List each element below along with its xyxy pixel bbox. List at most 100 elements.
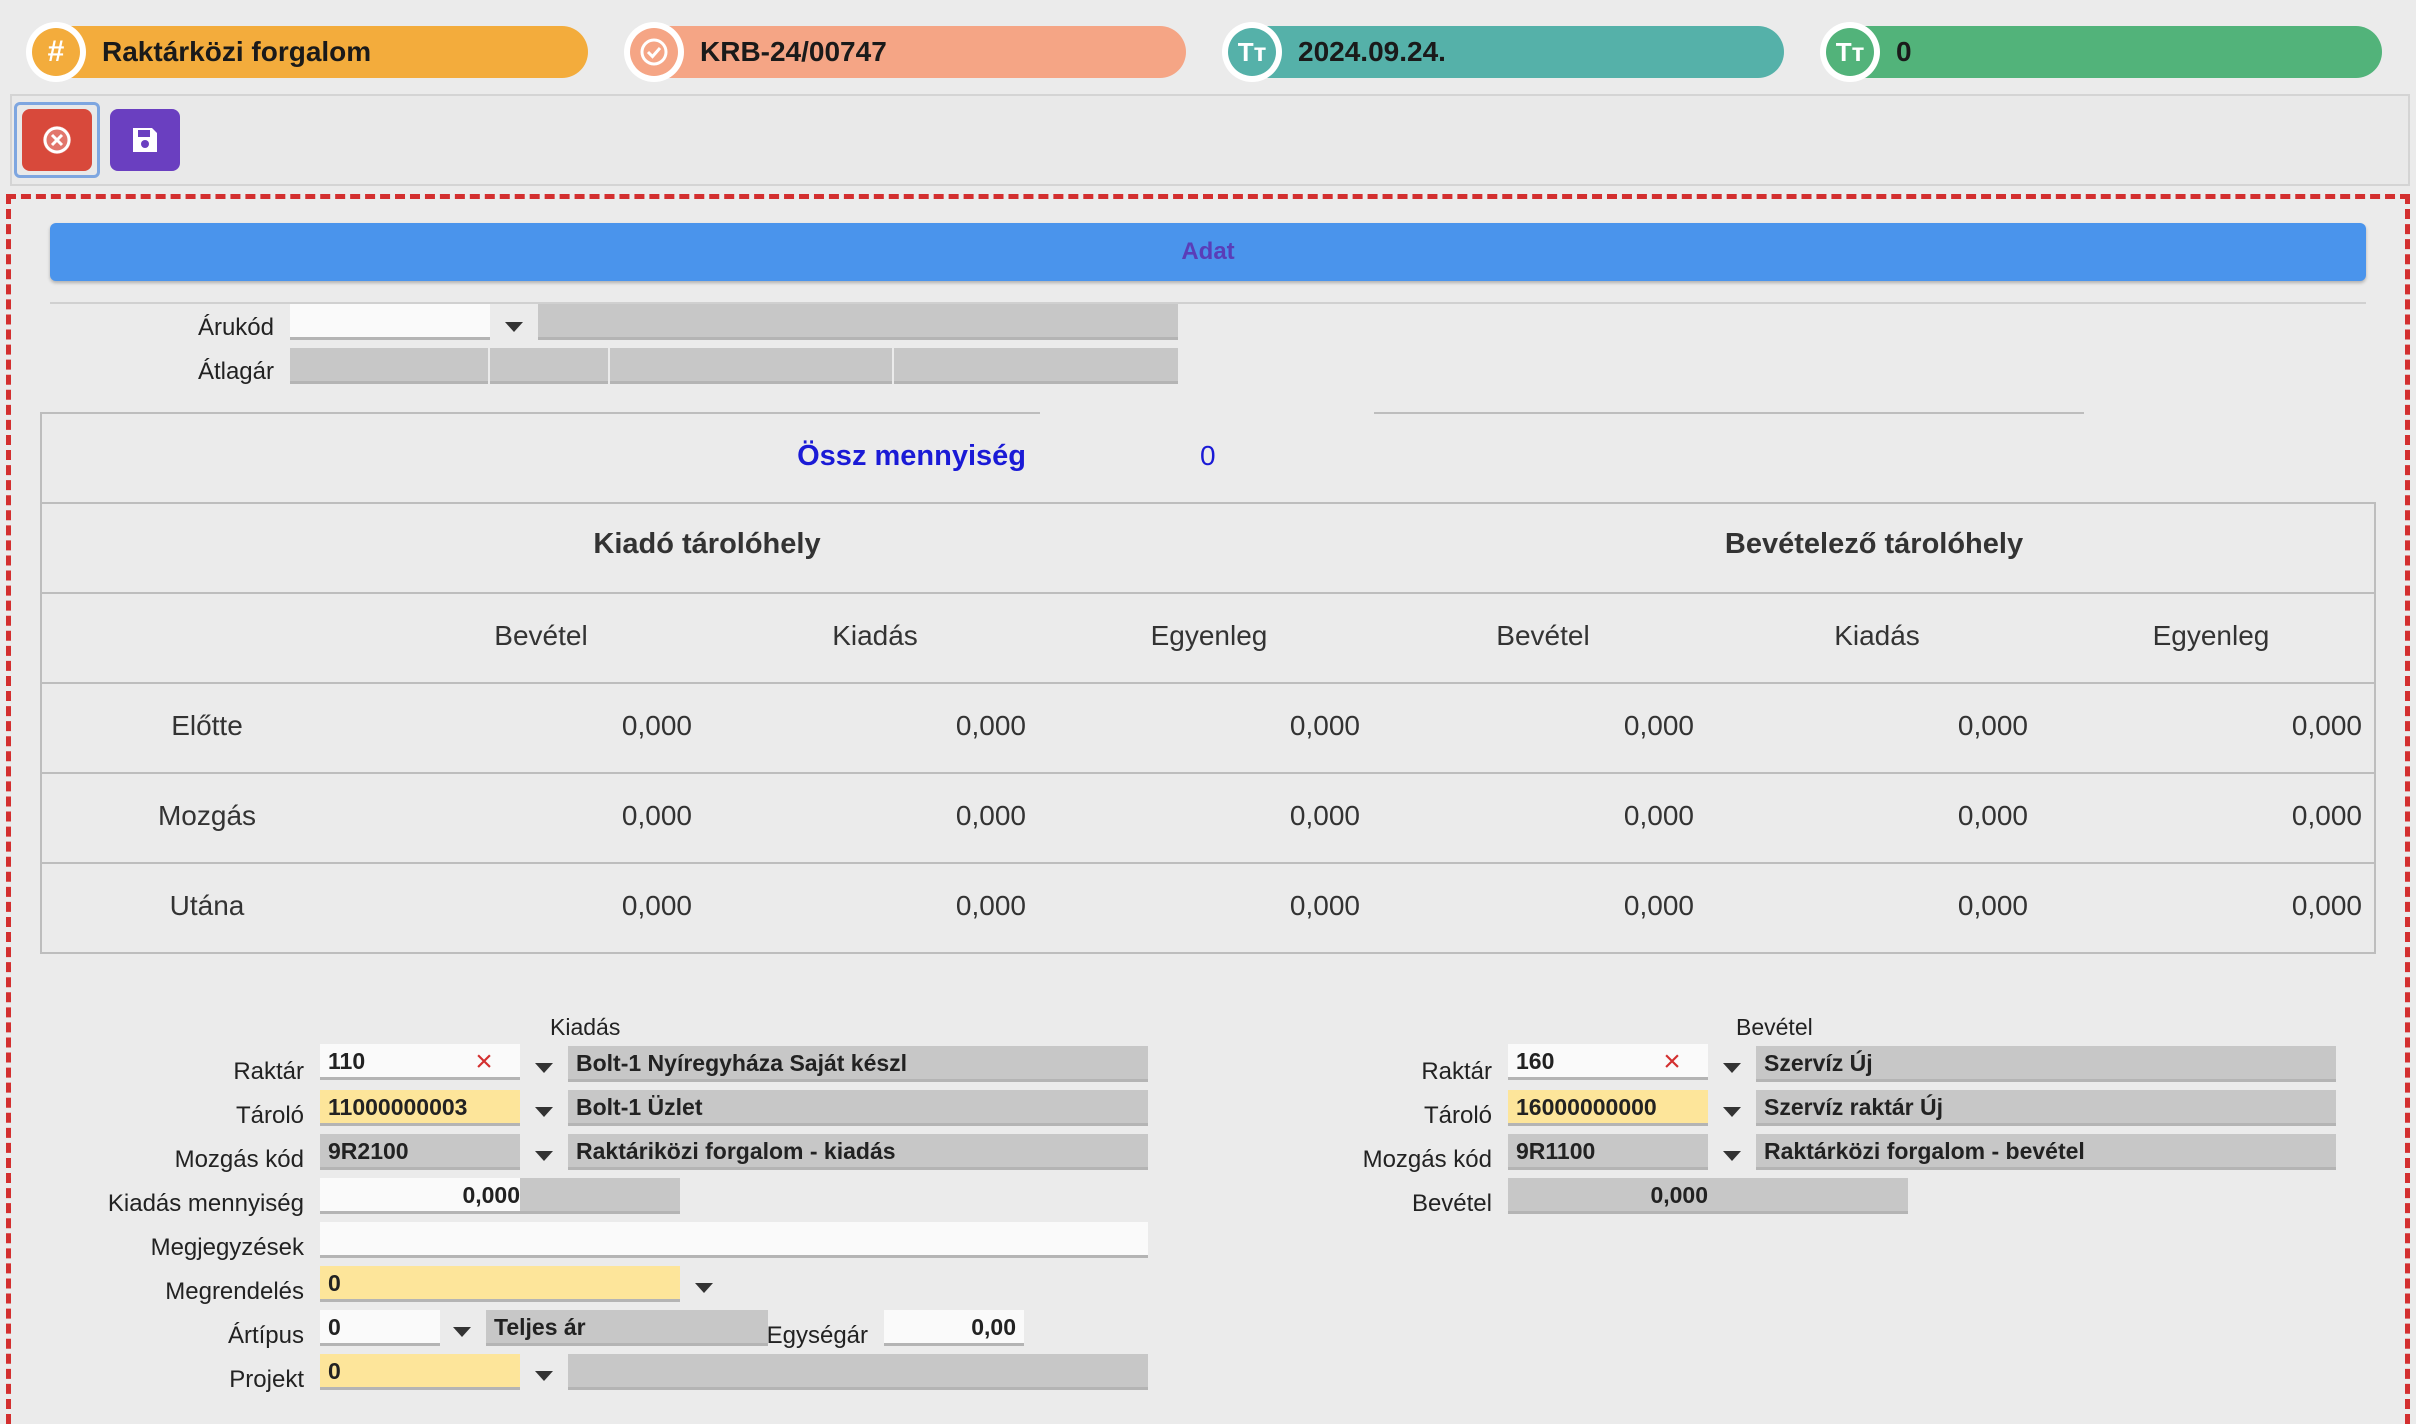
receipt-quantity-field: 0,000 [1508,1178,1708,1214]
table-cell: 0,000 [1957,890,2028,921]
receipt-warehouse-label: Raktár [1421,1058,1492,1085]
pill-transaction-type: # Raktárközi forgalom [26,22,588,82]
price-type-label: Ártípus [227,1322,304,1349]
pill-document-number: KRB-24/00747 [624,22,1186,82]
receipt-storage-dropdown-icon[interactable] [1714,1094,1750,1130]
table-cell: 0,000 [1623,800,1694,831]
receipt-warehouse-name: Szervíz Új [1756,1046,2336,1082]
column-header: Bevétel [1496,620,1590,651]
clear-icon[interactable]: × [1658,1047,1686,1077]
receipt-move-code-input[interactable]: 9R1100 [1508,1134,1708,1170]
cancel-button[interactable] [22,109,92,171]
receipt-storage-name: Szervíz raktár Új [1756,1090,2336,1126]
table-cell: 0,000 [1289,710,1360,741]
column-header: Kiadás [832,620,918,651]
pill-text: 0 [1896,36,1912,67]
issue-move-code-input[interactable]: 9R2100 [320,1134,520,1170]
avg-price-field-3 [610,348,892,384]
issue-quantity-unit [520,1178,680,1214]
avg-price-label: Átlagár [197,358,274,385]
receipt-section-title: Bevétel [1736,1014,1813,1040]
receipt-move-code-label: Mozgás kód [1362,1146,1492,1173]
column-header: Kiadás [1834,620,1920,651]
product-name-field [538,304,1178,340]
price-type-input[interactable]: 0 [320,1310,440,1346]
receipt-quantity-label: Bevétel [1411,1190,1492,1217]
table-cell: 0,000 [955,710,1026,741]
receipt-storage-label: Tároló [1423,1102,1492,1129]
toolbar [10,94,2410,186]
price-type-dropdown-icon[interactable] [444,1314,480,1350]
issue-quantity-label: Kiadás mennyiség [107,1190,304,1217]
issue-storage-label: Tároló [235,1102,304,1129]
issue-storage-input[interactable]: 11000000003 [320,1090,520,1126]
order-dropdown-icon[interactable] [686,1270,722,1306]
receipt-quantity-unit [1708,1178,1908,1214]
receipt-move-code-dropdown-icon[interactable] [1714,1138,1750,1174]
column-header: Egyenleg [2152,620,2270,651]
avg-price-field-4 [894,348,1178,384]
table-cell: 0,000 [1623,710,1694,741]
avg-price-field-2 [490,348,608,384]
column-header: Egyenleg [1150,620,1268,651]
issue-warehouse-name: Bolt-1 Nyíregyháza Saját készl [568,1046,1148,1082]
project-name [568,1354,1148,1390]
pill-text: Raktárközi forgalom [102,36,372,67]
project-input[interactable]: 0 [320,1354,520,1390]
table-cell: 0,000 [1957,710,2028,741]
order-label: Megrendelés [165,1278,304,1305]
section-title-bar[interactable]: Adat [50,223,2366,281]
total-quantity-value: 0 [1200,440,1216,471]
issue-section-title: Kiadás [550,1014,621,1040]
table-cell: 0,000 [1623,890,1694,921]
table-cell: 0,000 [1289,890,1360,921]
project-label: Projekt [229,1366,304,1393]
price-type-name: Teljes ár [486,1310,768,1346]
check-badge-icon [624,22,684,82]
pill-text: KRB-24/00747 [700,36,887,67]
total-quantity-label: Össz mennyiség [797,440,1026,472]
issue-move-name: Raktáriközi forgalom - kiadás [568,1134,1148,1170]
product-code-input[interactable] [290,304,490,340]
order-input[interactable]: 0 [320,1266,680,1302]
receipt-storage-input[interactable]: 16000000000 [1508,1090,1708,1126]
clear-icon[interactable]: × [470,1047,498,1077]
table-cell: 0,000 [1957,800,2028,831]
table-cell: 0,000 [955,890,1026,921]
receipt-warehouse-dropdown-icon[interactable] [1714,1050,1750,1086]
column-header: Bevétel [494,620,588,651]
avg-price-field-1 [290,348,488,384]
cancel-icon [43,126,71,154]
product-code-label: Árukód [197,314,274,341]
table-cell: 0,000 [2291,800,2362,831]
save-button[interactable] [110,109,180,171]
row-label: Utána [169,890,245,921]
project-dropdown-icon[interactable] [526,1358,562,1394]
receipt-move-name: Raktárközi forgalom - bevétel [1756,1134,2336,1170]
pill-document-date: Tт 2024.09.24. [1222,22,1784,82]
quantity-table: Össz mennyiség 0 Kiadó tárolóhely Bevéte… [40,412,2376,954]
text-size-icon: Tт [1820,22,1880,82]
text-size-icon: Tт [1222,22,1282,82]
table-cell: 0,000 [955,800,1026,831]
pill-text: 2024.09.24. [1298,36,1446,67]
table-cell: 0,000 [621,890,692,921]
issue-warehouse-label: Raktár [233,1058,304,1085]
notes-label: Megjegyzések [150,1234,304,1261]
table-cell: 0,000 [2291,710,2362,741]
table-cell: 0,000 [621,710,692,741]
issue-warehouse-dropdown-icon[interactable] [526,1050,562,1086]
issue-move-code-dropdown-icon[interactable] [526,1138,562,1174]
unit-price-input[interactable]: 0,00 [884,1310,1024,1346]
issue-storage-dropdown-icon[interactable] [526,1094,562,1130]
hash-icon: # [26,22,86,82]
issue-move-code-label: Mozgás kód [174,1146,304,1173]
row-label: Előtte [171,710,243,741]
issue-quantity-input[interactable]: 0,000 [320,1178,520,1214]
product-code-dropdown-icon[interactable] [496,309,532,345]
notes-input[interactable] [320,1222,1148,1258]
table-cell: 0,000 [1289,800,1360,831]
table-cell: 0,000 [621,800,692,831]
issue-storage-name: Bolt-1 Üzlet [568,1090,1148,1126]
group-header-issue: Kiadó tárolóhely [593,528,821,560]
